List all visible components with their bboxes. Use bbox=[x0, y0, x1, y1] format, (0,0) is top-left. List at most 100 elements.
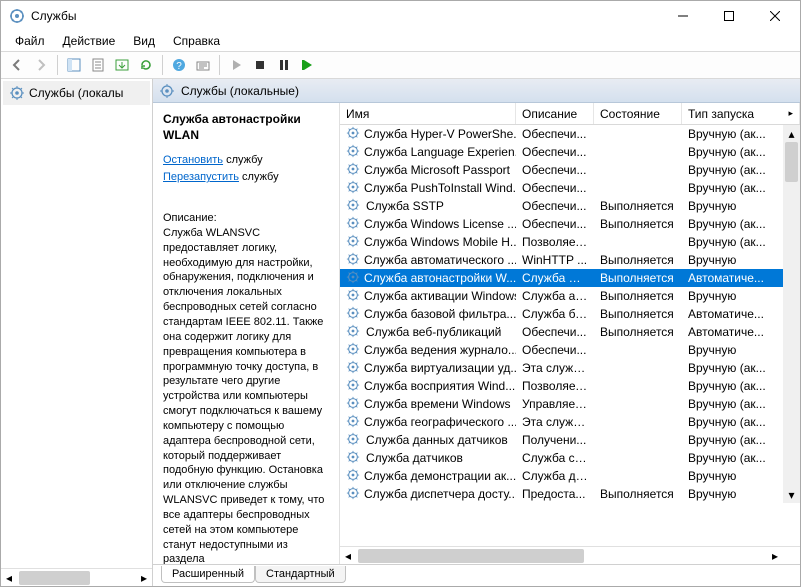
service-name: Служба базовой фильтра... bbox=[364, 307, 516, 321]
service-description: Предоста... bbox=[516, 487, 594, 501]
service-row[interactable]: Служба географического ...Эта служб...Вр… bbox=[340, 413, 783, 431]
service-name: Служба датчиков bbox=[366, 451, 463, 465]
pause-service-button[interactable] bbox=[272, 53, 296, 77]
scroll-down-icon[interactable]: ▾ bbox=[783, 486, 800, 503]
forward-button[interactable] bbox=[29, 53, 53, 77]
svg-text:?: ? bbox=[176, 61, 182, 72]
restart-service-link[interactable]: Перезапустить bbox=[163, 171, 239, 183]
gear-icon bbox=[346, 162, 360, 178]
menu-action[interactable]: Действие bbox=[55, 32, 124, 50]
maximize-button[interactable] bbox=[706, 2, 752, 30]
service-description: Служба ба... bbox=[516, 307, 594, 321]
scroll-right-icon[interactable]: ▸ bbox=[136, 571, 152, 585]
gear-icon bbox=[346, 306, 360, 322]
menu-help[interactable]: Справка bbox=[165, 32, 228, 50]
start-service-button[interactable] bbox=[224, 53, 248, 77]
service-row[interactable]: Служба ведения журнало...Обеспечи...Вруч… bbox=[340, 341, 783, 359]
help-button[interactable]: ? bbox=[167, 53, 191, 77]
service-description: Служба де... bbox=[516, 469, 594, 483]
service-row[interactable]: Служба Windows Mobile H...Позволяет...Вр… bbox=[340, 233, 783, 251]
service-row[interactable]: Служба веб-публикацийОбеспечи...Выполняе… bbox=[340, 323, 783, 341]
back-button[interactable] bbox=[5, 53, 29, 77]
service-row[interactable]: Служба базовой фильтра...Служба ба...Вып… bbox=[340, 305, 783, 323]
service-description: Обеспечи... bbox=[516, 217, 594, 231]
service-row[interactable]: Служба Windows License ...Обеспечи...Вып… bbox=[340, 215, 783, 233]
service-startup: Вручную bbox=[682, 469, 783, 483]
service-description: Обеспечи... bbox=[516, 181, 594, 195]
service-description: Обеспечи... bbox=[516, 145, 594, 159]
manage-button[interactable] bbox=[191, 53, 215, 77]
column-startup[interactable]: Тип запуска ▸ bbox=[682, 103, 800, 124]
export-button[interactable] bbox=[110, 53, 134, 77]
service-description: Служба W... bbox=[516, 271, 594, 285]
column-state[interactable]: Состояние bbox=[594, 103, 682, 124]
horizontal-scrollbar[interactable]: ◂ ▸ bbox=[340, 546, 800, 564]
gear-icon bbox=[9, 85, 25, 101]
show-hide-tree-button[interactable] bbox=[62, 53, 86, 77]
gear-icon bbox=[346, 432, 362, 448]
service-row[interactable]: Служба Microsoft PassportОбеспечи...Вруч… bbox=[340, 161, 783, 179]
list-header: Имя Описание Состояние Тип запуска ▸ bbox=[340, 103, 800, 125]
service-name: Служба ведения журнало... bbox=[364, 343, 516, 357]
column-name[interactable]: Имя bbox=[340, 103, 516, 124]
service-startup: Автоматиче... bbox=[682, 325, 783, 339]
service-description: WinHTTP ... bbox=[516, 253, 594, 267]
stop-service-link[interactable]: Остановить bbox=[163, 154, 223, 166]
service-row[interactable]: Служба SSTPОбеспечи...ВыполняетсяВручную bbox=[340, 197, 783, 215]
service-row[interactable]: Служба Language Experien...Обеспечи...Вр… bbox=[340, 143, 783, 161]
scroll-right-icon[interactable]: ▸ bbox=[767, 549, 783, 563]
main-body: Службы (локалы ◂ ▸ Службы (локальные) Сл… bbox=[1, 79, 800, 586]
properties-button[interactable] bbox=[86, 53, 110, 77]
service-row[interactable]: Служба демонстрации ак...Служба де...Вру… bbox=[340, 467, 783, 485]
service-row[interactable]: Служба Hyper-V PowerShe...Обеспечи...Вру… bbox=[340, 125, 783, 143]
gear-icon bbox=[346, 198, 362, 214]
service-row[interactable]: Служба автонастройки W...Служба W...Выпо… bbox=[340, 269, 783, 287]
menu-view[interactable]: Вид bbox=[125, 32, 163, 50]
service-startup: Вручную (ак... bbox=[682, 379, 783, 393]
service-row[interactable]: Служба восприятия Wind...Позволяет...Вру… bbox=[340, 377, 783, 395]
list-body[interactable]: Служба Hyper-V PowerShe...Обеспечи...Вру… bbox=[340, 125, 800, 546]
service-name: Служба данных датчиков bbox=[366, 433, 508, 447]
service-row[interactable]: Служба PushToInstall Wind...Обеспечи...В… bbox=[340, 179, 783, 197]
service-startup: Вручную bbox=[682, 343, 783, 357]
service-startup: Автоматиче... bbox=[682, 307, 783, 321]
minimize-button[interactable] bbox=[660, 2, 706, 30]
column-description[interactable]: Описание bbox=[516, 103, 594, 124]
service-row[interactable]: Служба виртуализации уд...Эта служб...Вр… bbox=[340, 359, 783, 377]
service-name: Служба Windows License ... bbox=[364, 217, 516, 231]
toolbar-separator bbox=[162, 55, 163, 75]
refresh-button[interactable] bbox=[134, 53, 158, 77]
content-split: Служба автонастройки WLAN Остановить слу… bbox=[153, 103, 800, 564]
tree-pane: Службы (локалы ◂ ▸ bbox=[1, 79, 153, 586]
close-button[interactable] bbox=[752, 2, 798, 30]
service-state: Выполняется bbox=[594, 325, 682, 339]
service-row[interactable]: Служба активации WindowsСлужба ак...Выпо… bbox=[340, 287, 783, 305]
service-startup: Вручную bbox=[682, 487, 783, 501]
selected-service-title: Служба автонастройки WLAN bbox=[163, 111, 329, 143]
service-row[interactable]: Служба диспетчера досту...Предоста...Вып… bbox=[340, 485, 783, 503]
vertical-scrollbar[interactable]: ▴ ▾ bbox=[783, 125, 800, 503]
service-state: Выполняется bbox=[594, 271, 682, 285]
gear-icon bbox=[346, 468, 360, 484]
service-row[interactable]: Служба данных датчиковПолучени...Вручную… bbox=[340, 431, 783, 449]
service-startup: Вручную bbox=[682, 289, 783, 303]
service-row[interactable]: Служба автоматического ...WinHTTP ...Вып… bbox=[340, 251, 783, 269]
scroll-up-icon[interactable]: ▴ bbox=[783, 125, 800, 142]
gear-icon bbox=[346, 216, 360, 232]
service-row[interactable]: Служба времени WindowsУправляет...Вручну… bbox=[340, 395, 783, 413]
pane-header: Службы (локальные) bbox=[153, 79, 800, 103]
service-startup: Вручную (ак... bbox=[682, 433, 783, 447]
tree-scrollbar[interactable]: ◂ ▸ bbox=[1, 568, 152, 586]
tab-extended[interactable]: Расширенный bbox=[161, 566, 255, 583]
service-description: Служба се... bbox=[516, 451, 594, 465]
tree-node-services[interactable]: Службы (локалы bbox=[3, 81, 150, 105]
menu-file[interactable]: Файл bbox=[7, 32, 53, 50]
scroll-left-icon[interactable]: ◂ bbox=[1, 571, 17, 585]
service-row[interactable]: Служба датчиковСлужба се...Вручную (ак..… bbox=[340, 449, 783, 467]
titlebar: Службы bbox=[1, 1, 800, 31]
scroll-left-icon[interactable]: ◂ bbox=[340, 549, 356, 563]
restart-service-button[interactable] bbox=[296, 53, 320, 77]
gear-icon bbox=[346, 180, 360, 196]
stop-service-button[interactable] bbox=[248, 53, 272, 77]
tab-standard[interactable]: Стандартный bbox=[255, 566, 346, 583]
